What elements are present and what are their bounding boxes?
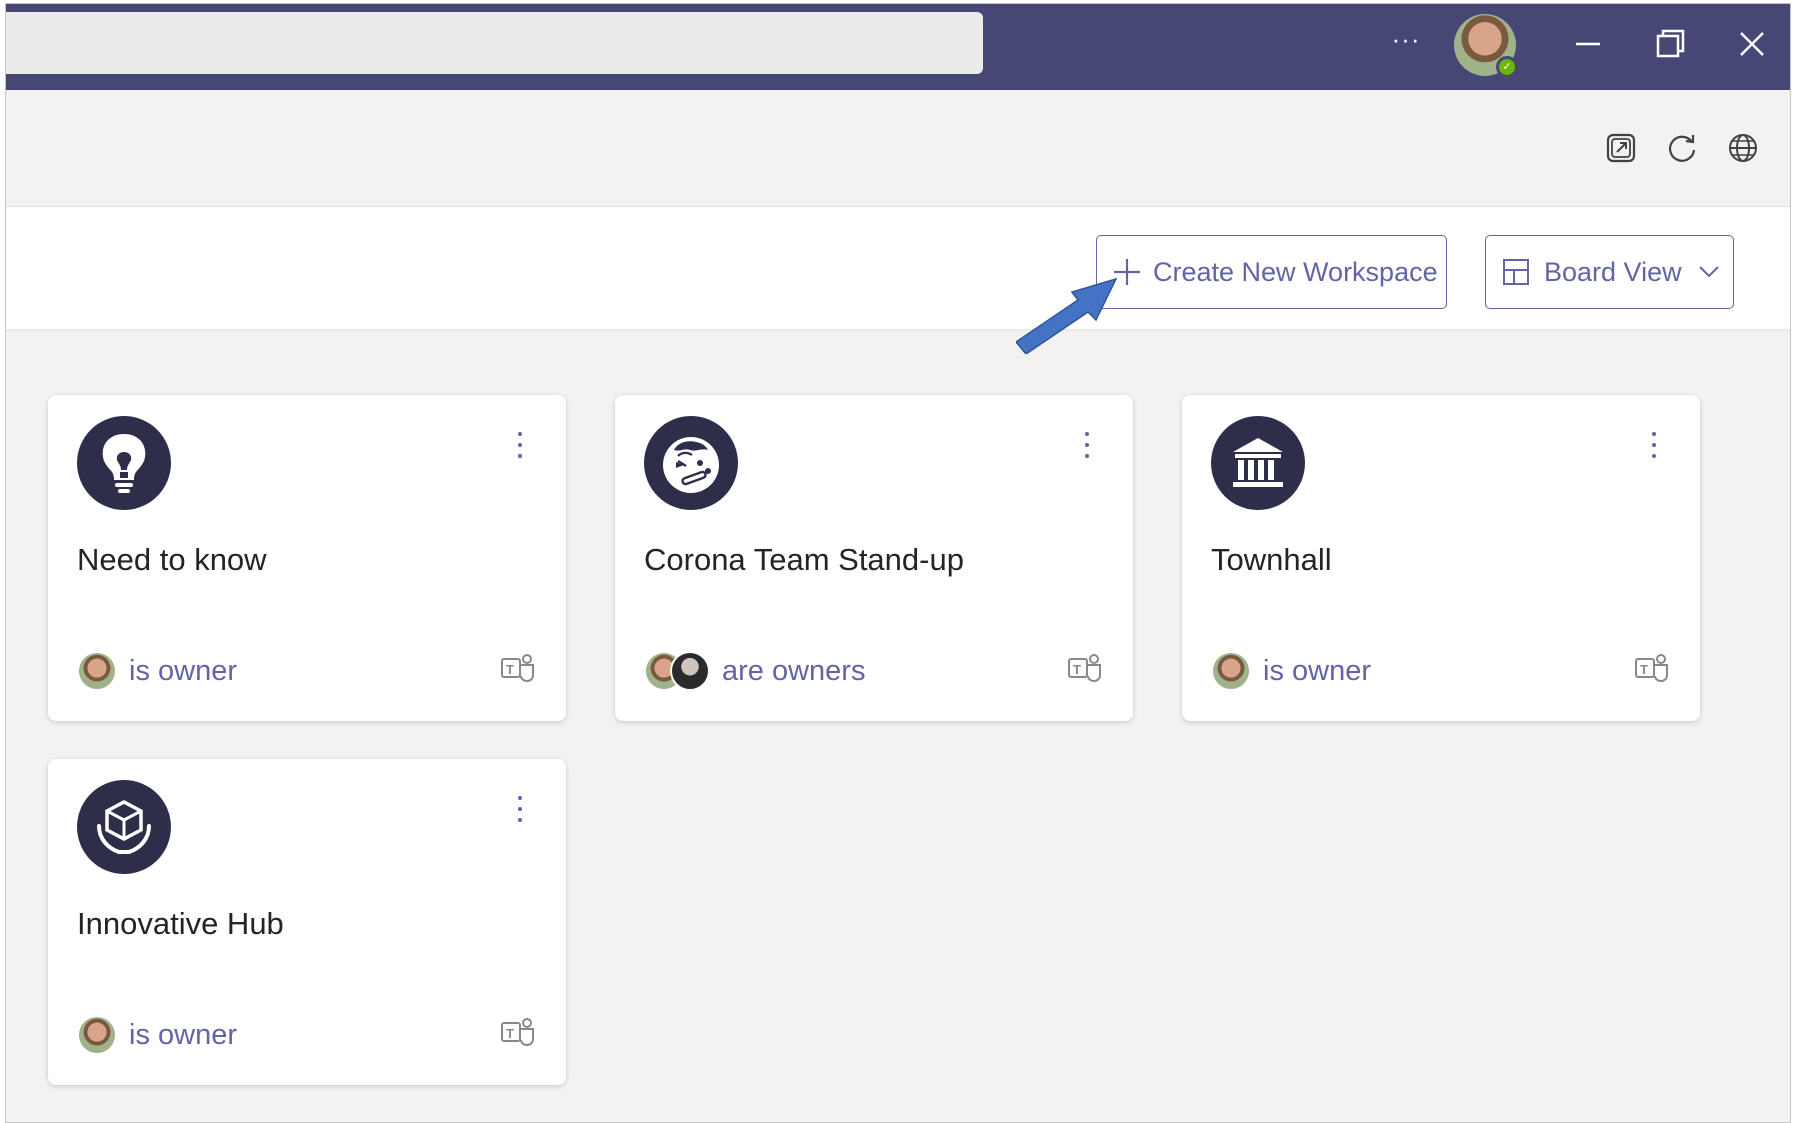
svg-text:T: T [506, 1026, 514, 1041]
owners-row: is owner [77, 1013, 237, 1057]
workspace-card[interactable]: Need to know is owner T [48, 395, 566, 721]
owner-label[interactable]: is owner [129, 1019, 237, 1052]
owner-avatar [1211, 651, 1251, 691]
workspace-logo [77, 780, 171, 874]
restore-icon [1656, 29, 1685, 58]
workspace-logo [644, 416, 738, 510]
lightbulb-icon [102, 434, 146, 493]
card-more-options-button[interactable] [510, 789, 530, 829]
teams-link-button[interactable]: T [1634, 653, 1670, 685]
teams-icon: T [1068, 654, 1101, 683]
refresh-icon [1668, 135, 1696, 162]
building-icon [1233, 438, 1283, 487]
globe-icon [1729, 134, 1757, 162]
card-more-options-button[interactable] [1644, 425, 1664, 465]
available-status-icon: ✓ [1496, 56, 1518, 78]
user-avatar[interactable]: ✓ [1454, 14, 1518, 78]
title-bar: ··· ✓ [6, 4, 1790, 90]
popout-button[interactable] [1603, 130, 1639, 166]
svg-text:T: T [1640, 662, 1648, 677]
toolbar: Create New Workspace Board View [6, 207, 1790, 329]
search-input[interactable] [6, 12, 983, 74]
workspace-card[interactable]: Innovative Hub is owner T [48, 759, 566, 1085]
sick-face-icon [663, 437, 719, 493]
workspace-logo [77, 416, 171, 510]
workspace-title: Corona Team Stand-up [644, 542, 964, 577]
minimize-button[interactable] [1566, 22, 1610, 66]
popout-icon [1606, 133, 1636, 163]
teams-link-button[interactable]: T [500, 653, 536, 685]
owner-avatar [77, 651, 117, 691]
board-view-label: Board View [1544, 256, 1682, 287]
workspace-title: Need to know [77, 542, 267, 577]
app-header [6, 90, 1790, 207]
globe-button[interactable] [1725, 130, 1761, 166]
hands-cube-icon [97, 800, 151, 854]
teams-icon: T [501, 1018, 534, 1047]
workspace-title: Innovative Hub [77, 906, 284, 941]
owner-label[interactable]: is owner [129, 655, 237, 688]
annotation-arrow-icon [1016, 277, 1118, 354]
owner-label[interactable]: is owner [1263, 655, 1371, 688]
refresh-button[interactable] [1664, 130, 1700, 166]
owner-avatar [670, 651, 710, 691]
svg-text:T: T [1073, 662, 1081, 677]
board-layout-icon [1503, 259, 1529, 285]
card-more-options-button[interactable] [1077, 425, 1097, 465]
board-view-dropdown[interactable]: Board View [1485, 235, 1734, 309]
owner-label[interactable]: are owners [722, 655, 865, 688]
owners-row: is owner [1211, 649, 1371, 693]
workspace-logo [1211, 416, 1305, 510]
owner-avatar [77, 1015, 117, 1055]
owners-row: are owners [644, 649, 865, 693]
create-workspace-label: Create New Workspace [1153, 256, 1438, 287]
svg-text:T: T [506, 662, 514, 677]
close-icon [1740, 32, 1764, 56]
workspace-title: Townhall [1211, 542, 1332, 577]
teams-link-button[interactable]: T [1067, 653, 1103, 685]
create-new-workspace-button[interactable]: Create New Workspace [1096, 235, 1447, 309]
app-window: ··· ✓ Create New Workspace Board View Ne… [5, 3, 1791, 1123]
teams-icon: T [501, 654, 534, 683]
workspace-card[interactable]: Townhall is owner T [1182, 395, 1700, 721]
more-options-button[interactable]: ··· [1386, 22, 1426, 62]
minimize-icon [1576, 42, 1600, 46]
card-more-options-button[interactable] [510, 425, 530, 465]
restore-button[interactable] [1648, 22, 1692, 66]
owners-row: is owner [77, 649, 237, 693]
close-button[interactable] [1730, 22, 1774, 66]
workspace-card[interactable]: Corona Team Stand-up are owners T [615, 395, 1133, 721]
teams-link-button[interactable]: T [500, 1017, 536, 1049]
chevron-down-icon [1698, 266, 1719, 278]
teams-icon: T [1635, 654, 1668, 683]
